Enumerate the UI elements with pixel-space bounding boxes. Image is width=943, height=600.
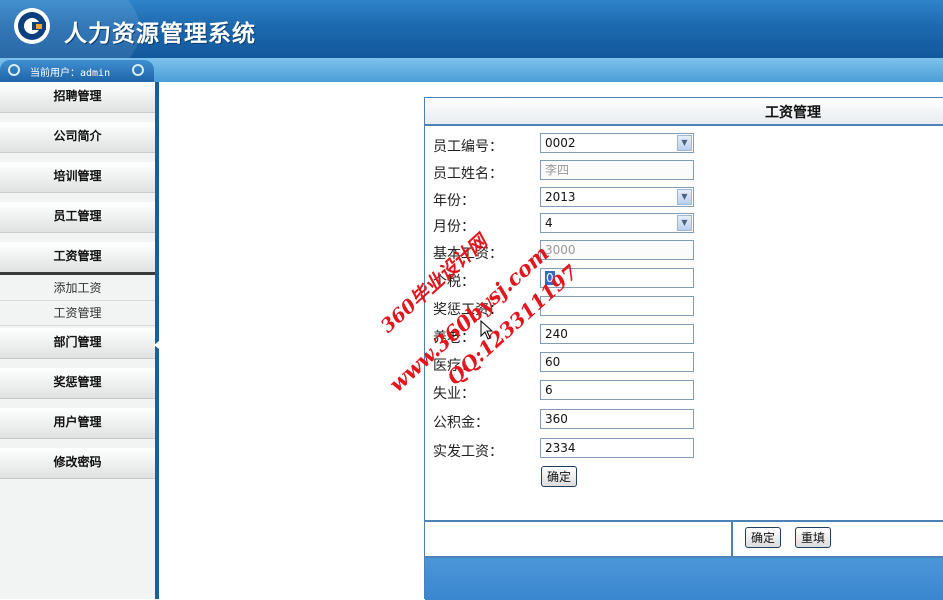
field-label: 失业： [433,386,475,402]
salary-panel: 工资管理 员工编号： 0002 ▼ 员工姓名： 李四 年份： 2013 ▼ 月份… [424,97,943,600]
income-tax-input[interactable]: 0 [540,268,694,288]
current-user-tab: 当前用户：admin [0,60,154,82]
panel-bottom-bar [425,558,943,600]
submit-button[interactable]: 确定 [745,527,782,548]
sidebar: 招聘管理 公司简介 培训管理 员工管理 工资管理 添加工资 工资管理 部门管理 … [0,82,155,599]
field-label: 实发工资： [433,444,503,460]
select-value: 4 [545,216,553,230]
housing-fund-input[interactable]: 360 [540,409,694,429]
year-select[interactable]: 2013 ▼ [540,187,694,207]
user-bar: 当前用户：admin [0,58,943,82]
chevron-down-icon[interactable]: ▼ [677,215,692,231]
pension-input[interactable]: 240 [540,324,694,344]
logo-icon [14,8,50,44]
field-label: 年份： [433,193,475,209]
menu-rewards-penalties[interactable]: 奖惩管理 [0,368,155,399]
menu-salary-divider [0,272,155,275]
panel-title: 工资管理 [765,105,821,121]
selected-text: 0 [545,271,555,285]
panel-title-bar: 工资管理 [425,98,943,126]
reset-button[interactable]: 重填 [795,527,832,548]
field-label: 奖惩工资： [433,302,503,318]
calculate-button[interactable]: 确定 [541,466,578,487]
unemployment-input[interactable]: 6 [540,380,694,400]
field-label: 医疗： [433,358,475,374]
field-label: 月份： [433,219,475,235]
employee-id-select[interactable]: 0002 ▼ [540,133,694,153]
month-select[interactable]: 4 ▼ [540,213,694,233]
menu-departments[interactable]: 部门管理 [0,328,155,359]
select-value: 0002 [545,136,576,150]
field-label: 员工姓名： [433,166,503,182]
form-footer: 确定 重填 [425,520,943,558]
field-label: 员工编号： [433,139,503,155]
employee-name-input[interactable]: 李四 [540,160,694,180]
chevron-down-icon[interactable]: ▼ [677,135,692,151]
menu-salary[interactable]: 工资管理 [0,242,155,273]
menu-employees[interactable]: 员工管理 [0,202,155,233]
user-tab-right-icon [132,64,144,76]
medical-input[interactable]: 60 [540,352,694,372]
submenu-salary-manage[interactable]: 工资管理 [0,301,155,326]
header-banner: 人力资源管理系统 [0,0,943,90]
menu-recruitment[interactable]: 招聘管理 [0,82,155,113]
app-title: 人力资源管理系统 [64,20,256,47]
user-tab-left-icon [8,64,20,76]
net-salary-input[interactable]: 2334 [540,438,694,458]
select-value: 2013 [545,190,576,204]
mouse-cursor-icon [480,320,494,340]
menu-change-password[interactable]: 修改密码 [0,448,155,479]
menu-users[interactable]: 用户管理 [0,408,155,439]
field-label: 基本工资： [433,246,503,262]
menu-company-intro[interactable]: 公司简介 [0,122,155,153]
collapse-arrow-icon[interactable] [154,341,159,349]
footer-divider [731,522,733,556]
field-label: 养老： [433,330,475,346]
bonus-input[interactable] [540,296,694,316]
submenu-add-salary[interactable]: 添加工资 [0,276,155,301]
field-label: 公积金： [433,415,489,431]
chevron-down-icon[interactable]: ▼ [677,189,692,205]
menu-training[interactable]: 培训管理 [0,162,155,193]
current-user-label: 当前用户：admin [30,68,111,79]
base-salary-input[interactable]: 3000 [540,240,694,260]
field-label: 个税： [433,274,475,290]
